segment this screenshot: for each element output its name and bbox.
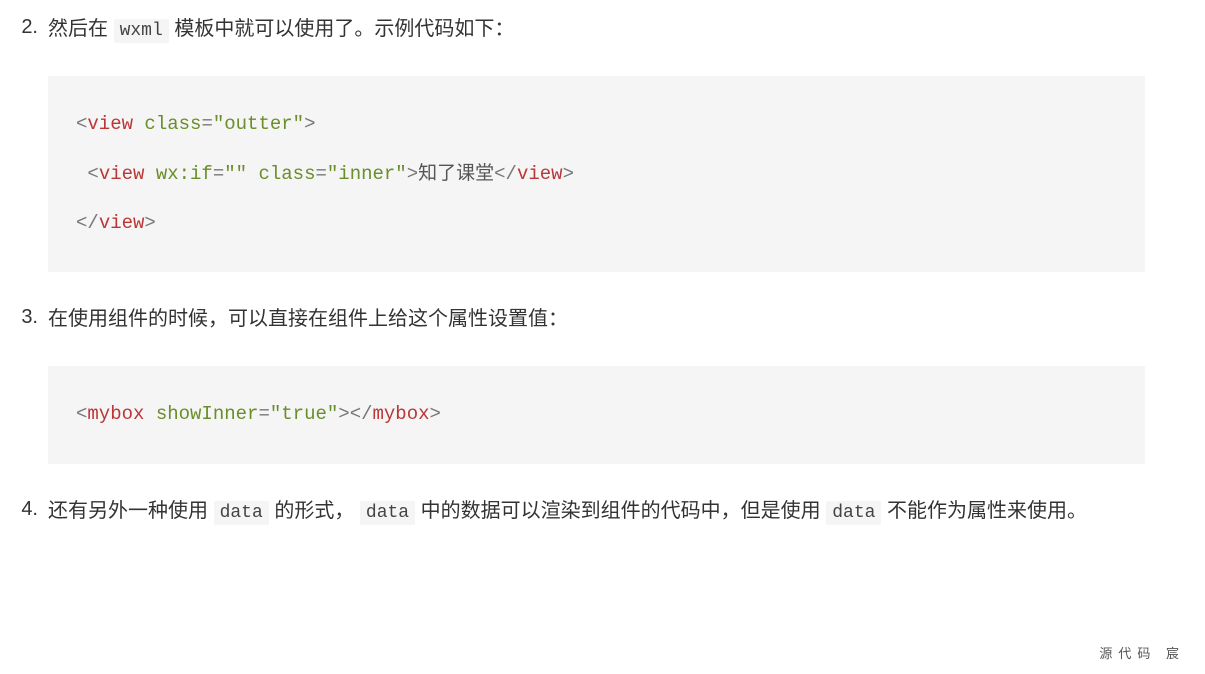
code-line: <view wx:if="" class="inner">知了课堂</view> — [76, 150, 1117, 199]
inline-code-wxml: wxml — [114, 19, 169, 43]
inline-code-data: data — [360, 501, 415, 525]
list-item-4: 4. 还有另外一种使用 data 的形式， data 中的数据可以渲染到组件的代… — [0, 492, 1205, 530]
item-description: 然后在 wxml 模板中就可以使用了。示例代码如下： — [48, 10, 1145, 48]
text: 还有另外一种使用 — [48, 500, 214, 522]
inline-code-data: data — [826, 501, 881, 525]
item-number: 4. — [0, 492, 48, 526]
text: 的形式， — [269, 500, 360, 522]
item-number: 3. — [0, 300, 48, 334]
code-line: </view> — [76, 199, 1117, 248]
list-item-3: 3. 在使用组件的时候，可以直接在组件上给这个属性设置值： <mybox sho… — [0, 300, 1205, 463]
text: 然后在 — [48, 18, 114, 40]
code-block-2: <mybox showInner="true"></mybox> — [48, 366, 1145, 463]
inline-code-data: data — [214, 501, 269, 525]
code-line: <view class="outter"> — [76, 100, 1117, 149]
text: 中的数据可以渲染到组件的代码中，但是使用 — [415, 500, 826, 522]
item-description: 在使用组件的时候，可以直接在组件上给这个属性设置值： — [48, 300, 1145, 338]
item-content: 还有另外一种使用 data 的形式， data 中的数据可以渲染到组件的代码中，… — [48, 492, 1205, 530]
footer-watermark: 源代码 宸 — [1099, 643, 1185, 662]
item-content: 在使用组件的时候，可以直接在组件上给这个属性设置值： <mybox showIn… — [48, 300, 1205, 463]
item-number: 2. — [0, 10, 48, 44]
list-item-2: 2. 然后在 wxml 模板中就可以使用了。示例代码如下： <view clas… — [0, 10, 1205, 272]
code-line: <mybox showInner="true"></mybox> — [76, 390, 1117, 439]
text: 不能作为属性来使用。 — [881, 500, 1087, 522]
item-content: 然后在 wxml 模板中就可以使用了。示例代码如下： <view class="… — [48, 10, 1205, 272]
text: 模板中就可以使用了。示例代码如下： — [169, 18, 515, 40]
item-description: 还有另外一种使用 data 的形式， data 中的数据可以渲染到组件的代码中，… — [48, 492, 1145, 530]
ordered-list: 2. 然后在 wxml 模板中就可以使用了。示例代码如下： <view clas… — [0, 10, 1205, 530]
code-block-1: <view class="outter"> <view wx:if="" cla… — [48, 76, 1145, 272]
